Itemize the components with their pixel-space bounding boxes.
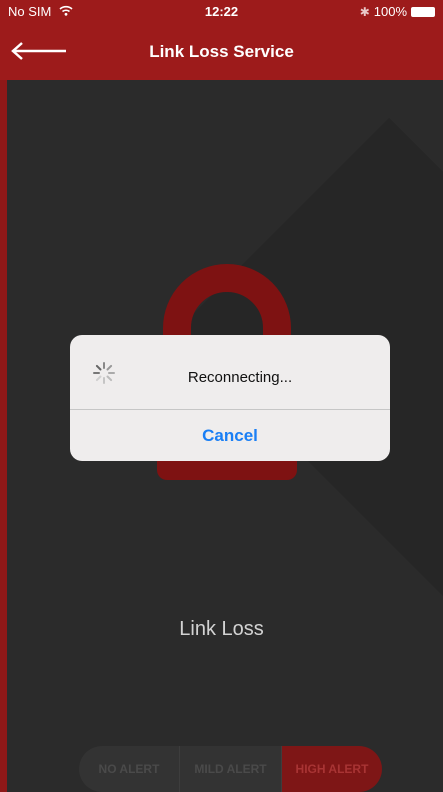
- left-accent-strip: [0, 0, 7, 792]
- link-loss-label: Link Loss: [179, 618, 264, 640]
- bluetooth-icon: ✱: [359, 4, 370, 19]
- navigation-bar: Link Loss Service: [0, 26, 443, 80]
- no-alert-button[interactable]: NO ALERT: [79, 746, 180, 792]
- high-alert-button[interactable]: HIGH ALERT: [282, 746, 382, 792]
- cancel-button[interactable]: Cancel: [70, 410, 390, 461]
- dialog-message: Reconnecting...: [187, 369, 293, 386]
- battery-icon: [411, 6, 435, 17]
- dialog-body: Reconnecting...: [70, 335, 390, 409]
- status-bar: No SIM 12:22 ✱ 100%: [0, 0, 443, 26]
- battery-group: ✱ 100%: [360, 4, 435, 19]
- page-title: Link Loss Service: [149, 42, 294, 61]
- alert-level-selector: NO ALERT MILD ALERT HIGH ALERT: [79, 746, 382, 792]
- battery-percent: 100%: [373, 4, 407, 19]
- activity-spinner-icon: [93, 362, 115, 384]
- mild-alert-button[interactable]: MILD ALERT: [180, 746, 282, 792]
- header: No SIM 12:22 ✱ 100% Link Loss Service: [0, 0, 443, 80]
- screen: No SIM 12:22 ✱ 100% Link Loss Service Li…: [0, 0, 443, 792]
- reconnecting-dialog: Reconnecting... Cancel: [70, 335, 390, 461]
